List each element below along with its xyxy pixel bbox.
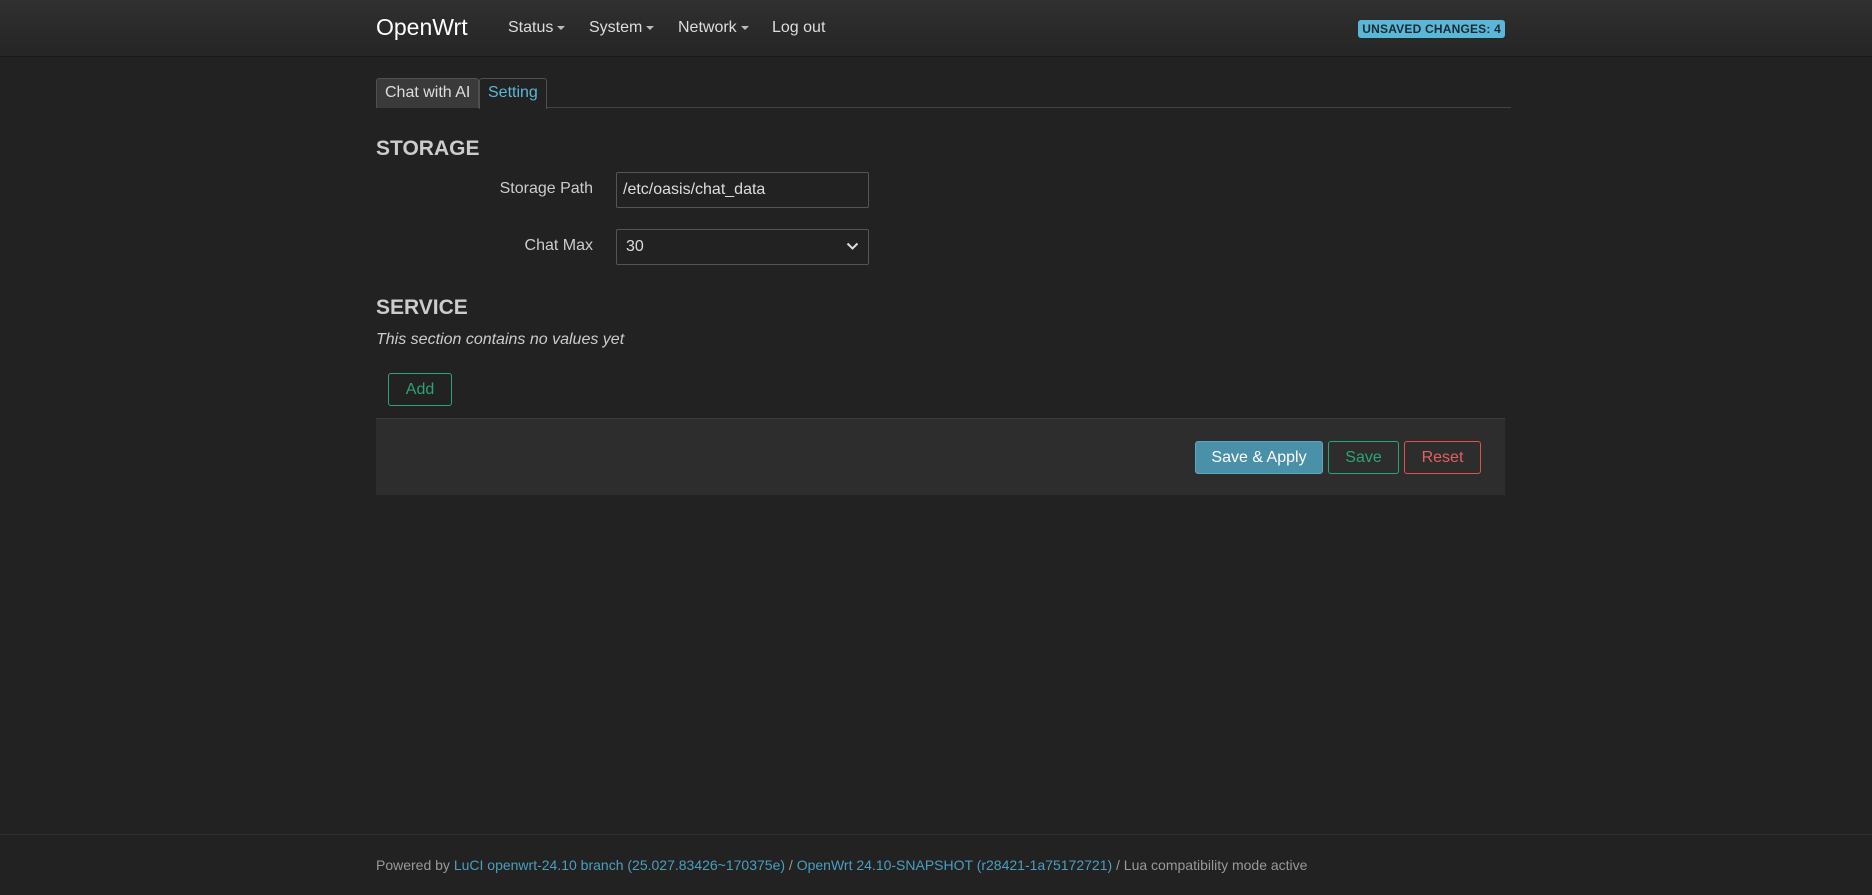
brand-logo-link[interactable]: OpenWrt [376,14,468,41]
chat-max-value: 30 [626,238,644,255]
save-apply-button[interactable]: Save & Apply [1195,441,1323,474]
chat-max-select[interactable]: 30 [616,229,869,265]
footer-text: Powered by LuCI openwrt-24.10 branch (25… [376,857,1307,873]
caret-down-icon [646,25,655,30]
footer-prefix: Powered by [376,857,454,873]
storage-path-label: Storage Path [499,180,593,197]
form-action-bar: Save & Apply Save Reset [376,418,1505,495]
service-section-title: SERVICE [376,296,468,319]
save-button[interactable]: Save [1328,441,1399,474]
logout-link[interactable]: Log out [772,19,825,37]
unsaved-changes-badge[interactable]: UNSAVED CHANGES: 4 [1358,20,1505,38]
menu-system[interactable]: System [589,19,655,37]
footer-suffix: / Lua compatibility mode active [1112,857,1308,873]
storage-path-input[interactable] [616,172,869,208]
tab-chat-with-ai[interactable]: Chat with AI [376,78,480,108]
caret-down-icon [557,25,566,30]
luci-version-link[interactable]: LuCI openwrt-24.10 branch (25.027.83426~… [454,857,785,873]
menu-status[interactable]: Status [508,19,566,37]
page-footer: Powered by LuCI openwrt-24.10 branch (25… [0,834,1872,895]
reset-button[interactable]: Reset [1404,441,1481,474]
tab-bar: Chat with AI Setting [376,78,1511,109]
caret-down-icon [740,25,749,30]
top-navbar: OpenWrt Status System Network Log out UN… [0,0,1872,56]
menu-system-label: System [589,19,643,36]
menu-network-label: Network [678,19,737,36]
openwrt-version-link[interactable]: OpenWrt 24.10-SNAPSHOT (r28421-1a7517272… [797,857,1112,873]
menu-network[interactable]: Network [678,19,749,37]
tab-setting[interactable]: Setting [479,78,547,109]
footer-separator: / [785,857,797,873]
chat-max-label: Chat Max [524,237,593,254]
service-empty-note: This section contains no values yet [376,331,625,348]
add-service-button[interactable]: Add [388,373,452,406]
menu-status-label: Status [508,19,554,36]
storage-section-title: STORAGE [376,137,480,160]
chevron-down-icon [846,242,859,250]
